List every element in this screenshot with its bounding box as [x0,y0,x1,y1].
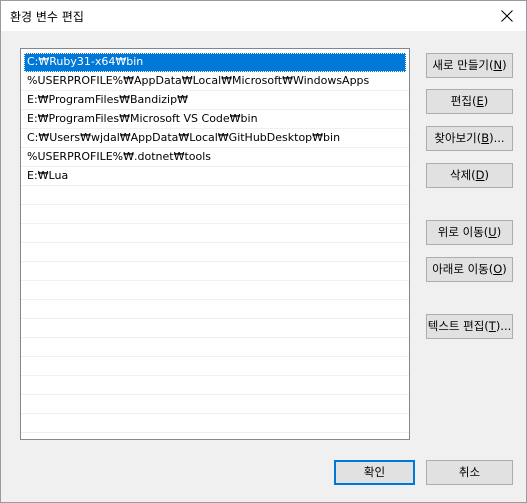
browse-button-mnemonic: B [481,131,490,145]
path-list-empty-row[interactable] [21,357,409,376]
browse-button[interactable]: 찾아보기(B)... [426,126,513,151]
path-list-empty-row[interactable] [21,224,409,243]
path-list-item[interactable]: C:₩Ruby31-x64₩bin [24,53,406,72]
browse-button-label: 찾아보기( [434,131,482,145]
path-list-item[interactable]: E:₩ProgramFiles₩Bandizip₩ [21,91,409,110]
path-list-empty-row[interactable] [21,300,409,319]
edit-text-button-suffix: )... [495,319,512,333]
edit-text-button-label: 텍스트 편집( [427,319,489,333]
move-down-button-mnemonic: O [493,262,503,276]
cancel-button-label: 취소 [458,465,481,479]
path-list-item[interactable]: E:₩ProgramFiles₩Microsoft VS Code₩bin [21,110,409,129]
title-bar[interactable]: 환경 변수 편집 [1,1,526,31]
path-list-empty-row[interactable] [21,281,409,300]
ok-button[interactable]: 확인 [334,460,415,485]
ok-button-label: 확인 [363,465,386,479]
delete-button-suffix: ) [484,168,490,182]
path-list-item[interactable]: E:₩Lua [21,167,409,186]
move-down-button[interactable]: 아래로 이동(O) [426,257,513,282]
delete-button[interactable]: 삭제(D) [426,163,513,188]
edit-button-label: 편집( [450,94,477,108]
browse-button-suffix: )... [489,131,505,145]
path-list-empty-row[interactable] [21,262,409,281]
path-list-item[interactable]: C:₩Users₩wjdal₩AppData₩Local₩GitHubDeskt… [21,129,409,148]
path-list-item[interactable]: %USERPROFILE%₩AppData₩Local₩Microsoft₩Wi… [21,72,409,91]
move-up-button[interactable]: 위로 이동(U) [426,220,513,245]
path-list-empty-row[interactable] [21,414,409,433]
edit-text-button-mnemonic: T [488,319,496,333]
edit-button-suffix: ) [483,94,489,108]
path-list-empty-row[interactable] [21,186,409,205]
close-button[interactable] [494,3,520,29]
window-title: 환경 변수 편집 [10,10,84,24]
edit-environment-variable-dialog: 환경 변수 편집 C:₩Ruby31-x64₩bin %USERPROFILE%₩… [0,0,527,503]
path-list-empty-row[interactable] [21,319,409,338]
new-button-suffix: ) [502,58,507,72]
cancel-button[interactable]: 취소 [426,460,513,485]
edit-button-mnemonic: E [476,94,484,108]
delete-button-label: 삭제( [449,168,476,182]
path-list-item[interactable]: %USERPROFILE%₩.dotnet₩tools [21,148,409,167]
path-list-empty-row[interactable] [21,338,409,357]
new-button-mnemonic: N [493,58,503,72]
edit-button[interactable]: 편집(E) [426,89,513,114]
edit-text-button[interactable]: 텍스트 편집(T)... [426,314,513,339]
close-icon [501,10,513,22]
move-down-button-label: 아래로 이동( [432,262,494,276]
move-down-button-suffix: ) [502,262,507,276]
path-list-rows: C:₩Ruby31-x64₩bin %USERPROFILE%₩AppData₩L… [21,53,409,433]
delete-button-mnemonic: D [475,168,485,182]
path-list[interactable]: C:₩Ruby31-x64₩bin %USERPROFILE%₩AppData₩L… [20,48,410,440]
move-up-button-label: 위로 이동( [437,225,489,239]
new-button-label: 새로 만들기( [432,58,494,72]
path-list-empty-row[interactable] [21,243,409,262]
new-button[interactable]: 새로 만들기(N) [426,53,513,78]
move-up-button-suffix: ) [496,225,502,239]
path-list-empty-row[interactable] [21,376,409,395]
path-list-empty-row[interactable] [21,205,409,224]
move-up-button-mnemonic: U [488,225,497,239]
path-list-empty-row[interactable] [21,395,409,414]
